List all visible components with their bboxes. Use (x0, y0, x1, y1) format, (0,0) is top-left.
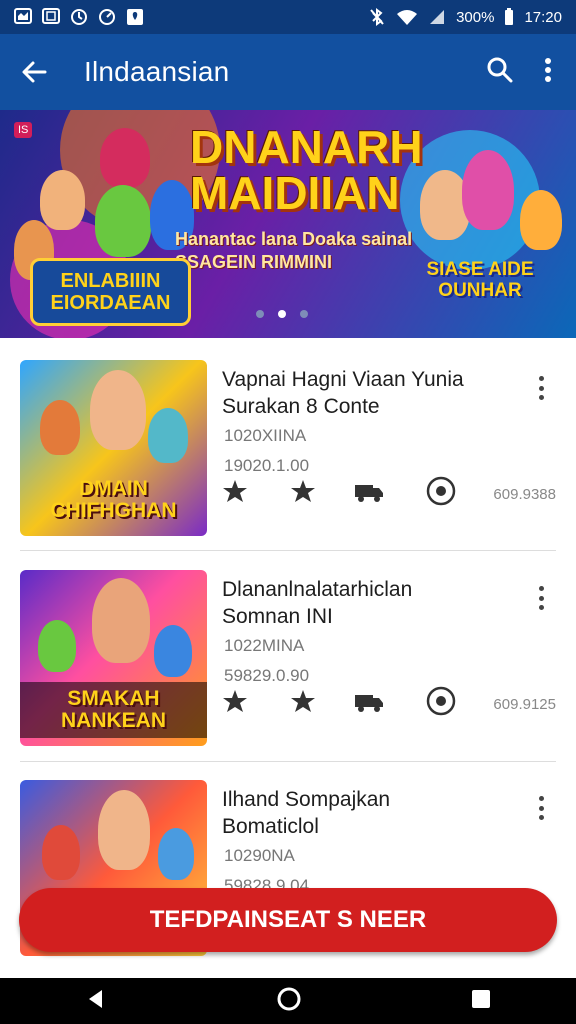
overflow-menu-button[interactable] (544, 57, 552, 88)
character-illustration (95, 185, 151, 257)
item-actions: 609.9125 (220, 686, 556, 720)
star-icon[interactable] (220, 476, 250, 506)
primary-cta-button[interactable]: TEFDPAINSEAT S NEER (19, 888, 557, 952)
game-thumbnail[interactable]: SMAKAH NANKEAN (20, 570, 207, 746)
banner-right-badge-line2: OUNHAR (438, 280, 522, 301)
item-more-button[interactable] (536, 796, 546, 820)
camera-icon[interactable] (426, 476, 456, 506)
notification-icon (14, 8, 32, 24)
back-button[interactable] (20, 58, 48, 86)
item-meta-size: 1022MINA (224, 636, 305, 655)
list-item[interactable]: SMAKAH NANKEAN Dlananlnalatarhiclan Somn… (20, 548, 556, 746)
item-title: Ilhand Sompajkan Bomaticlol (222, 788, 391, 839)
search-icon (487, 57, 513, 82)
clock: 17:20 (524, 8, 562, 26)
character-illustration (90, 370, 146, 450)
wifi-icon (397, 10, 418, 25)
star-icon[interactable] (288, 686, 318, 716)
character-illustration (154, 625, 192, 677)
square-recent-icon (472, 989, 490, 1008)
carousel-dot[interactable] (300, 310, 308, 318)
character-illustration (158, 828, 194, 880)
item-more-button[interactable] (536, 376, 546, 400)
camera-icon[interactable] (426, 686, 456, 716)
item-actions: 609.9388 (220, 476, 556, 510)
nav-home-button[interactable] (276, 986, 302, 1017)
banner-headline-line1: DNANARH (190, 121, 423, 173)
banner-subtitle-line1: Hanantac lana Doaka sainal (175, 229, 413, 249)
character-illustration (40, 170, 85, 230)
truck-icon[interactable] (354, 476, 384, 506)
item-meta-size: 10290NA (224, 846, 295, 865)
arrow-left-icon (22, 61, 47, 83)
character-illustration (38, 620, 76, 672)
item-meta-size: 1020XIINA (224, 426, 307, 445)
thumbnail-label: DMAIN CHIFHGHAN (50, 476, 177, 522)
banner-left-badge-line2: EIORDAEAN (50, 292, 171, 314)
nav-back-button[interactable] (84, 987, 108, 1016)
app-bar: Ilndaansian (0, 34, 576, 110)
character-illustration (92, 578, 150, 663)
game-thumbnail[interactable]: DMAIN CHIFHGHAN (20, 360, 207, 536)
bluetooth-off-icon (370, 8, 384, 26)
battery-icon (505, 8, 514, 25)
thumbnail-label: SMAKAH NANKEAN (20, 681, 207, 738)
carousel-dot-active[interactable] (278, 310, 286, 318)
character-illustration (100, 128, 150, 188)
nav-recent-button[interactable] (470, 988, 492, 1015)
page-title: Ilndaansian (84, 56, 230, 87)
truck-icon[interactable] (354, 686, 384, 716)
character-illustration (462, 150, 514, 230)
item-count: 609.9125 (493, 696, 556, 713)
character-illustration (98, 790, 150, 870)
circle-home-icon (277, 987, 301, 1010)
carousel-indicator (256, 310, 308, 318)
star-icon[interactable] (220, 686, 250, 716)
banner-corner-tag: IS (14, 122, 33, 138)
item-count: 609.9388 (493, 486, 556, 503)
battery-level: 300% (456, 8, 495, 26)
more-vert-icon (545, 57, 551, 82)
banner-right-badge-line1: SIASE AIDE (426, 259, 534, 281)
character-illustration (42, 825, 80, 880)
banner-right-badge: SIASE AIDE OUNHAR (420, 250, 540, 312)
item-more-button[interactable] (536, 586, 546, 610)
signal-icon (430, 10, 445, 24)
banner-left-badge-line1: ENLABIIIN (60, 270, 161, 292)
item-title: Dlananlnalatarhiclan Somnan INI (222, 578, 413, 629)
character-illustration (148, 408, 188, 463)
triangle-back-icon (89, 989, 102, 1008)
star-icon[interactable] (288, 476, 318, 506)
character-illustration (520, 190, 562, 250)
character-illustration (40, 400, 80, 455)
carousel-dot[interactable] (256, 310, 264, 318)
system-nav-bar (0, 978, 576, 1024)
item-meta-version: 59829.0.90 (224, 666, 310, 685)
banner-headline: DNANARH MAIDIIAN (190, 124, 423, 216)
status-bar: 300% 17:20 (0, 0, 576, 34)
list-item[interactable]: DMAIN CHIFHGHAN Vapnai Hagni Viaan Yunia… (20, 338, 556, 536)
item-title: Vapnai Hagni Viaan Yunia Surakan 8 Conte (222, 368, 464, 419)
photo-icon (42, 8, 60, 24)
search-button[interactable] (486, 56, 514, 89)
location-icon (127, 9, 143, 25)
promo-banner[interactable]: IS DNANARH MAIDIIAN Hanantac lana Doaka … (0, 110, 576, 338)
speedometer-icon (99, 9, 115, 25)
banner-subtitle-line2: SSAGEIN RIMMINI (175, 251, 333, 272)
history-icon (71, 9, 87, 25)
game-list: DMAIN CHIFHGHAN Vapnai Hagni Viaan Yunia… (0, 338, 576, 978)
banner-subtitle: Hanantac lana Doaka sainal SSAGEIN RIMMI… (175, 228, 412, 273)
banner-left-badge: ENLABIIIN EIORDAEAN (30, 258, 191, 326)
banner-headline-line2: MAIDIIAN (190, 167, 400, 219)
item-meta-version: 19020.1.00 (224, 456, 310, 475)
